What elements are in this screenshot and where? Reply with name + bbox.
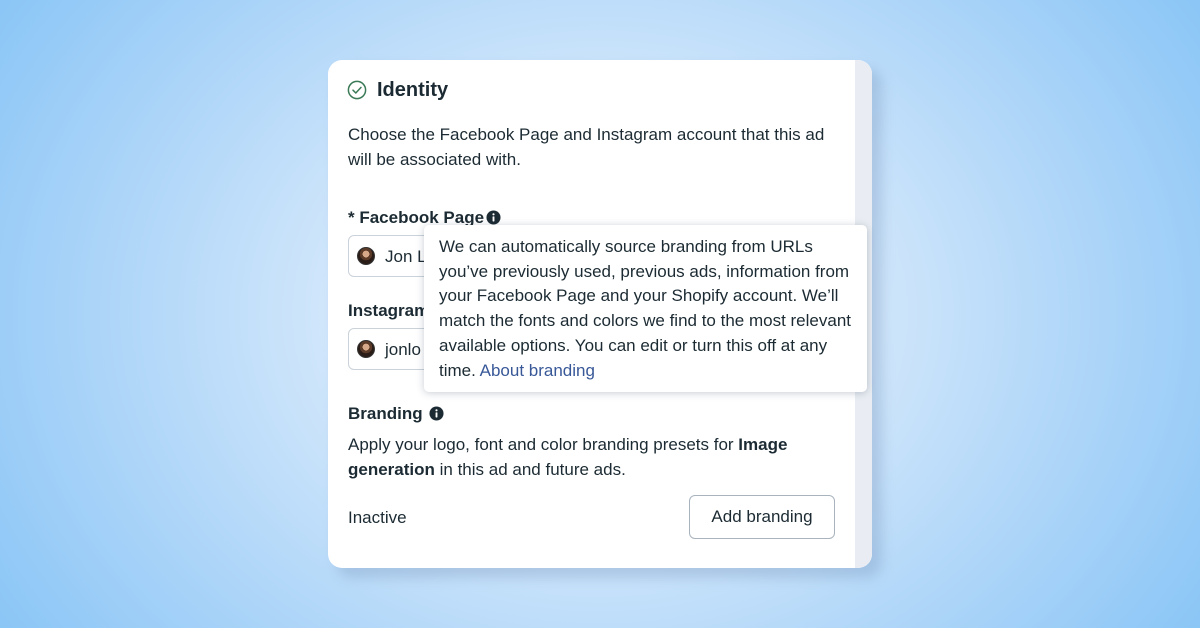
- branding-tooltip: We can automatically source branding fro…: [424, 225, 867, 392]
- branding-description: Apply your logo, font and color branding…: [348, 432, 828, 482]
- branding-description-part2: in this ad and future ads.: [434, 460, 626, 479]
- instagram-label: Instagram: [348, 301, 430, 320]
- tooltip-text: We can automatically source branding fro…: [439, 235, 855, 383]
- avatar: [357, 340, 375, 358]
- section-description: Choose the Facebook Page and Instagram a…: [348, 125, 825, 169]
- avatar: [357, 247, 375, 265]
- tooltip-body: We can automatically source branding fro…: [439, 237, 851, 380]
- info-icon[interactable]: [486, 210, 501, 225]
- branding-label: Branding: [348, 404, 423, 423]
- facebook-page-value: Jon L: [385, 247, 427, 266]
- info-icon[interactable]: [429, 406, 444, 421]
- about-branding-link[interactable]: About branding: [480, 361, 595, 380]
- section-title: Identity: [377, 79, 449, 101]
- branding-status: Inactive: [348, 508, 407, 527]
- add-branding-button[interactable]: Add branding: [689, 495, 835, 539]
- check-circle-icon: [347, 80, 367, 100]
- branding-description-part1: Apply your logo, font and color branding…: [348, 435, 739, 454]
- instagram-account-value: jonlo: [385, 340, 421, 359]
